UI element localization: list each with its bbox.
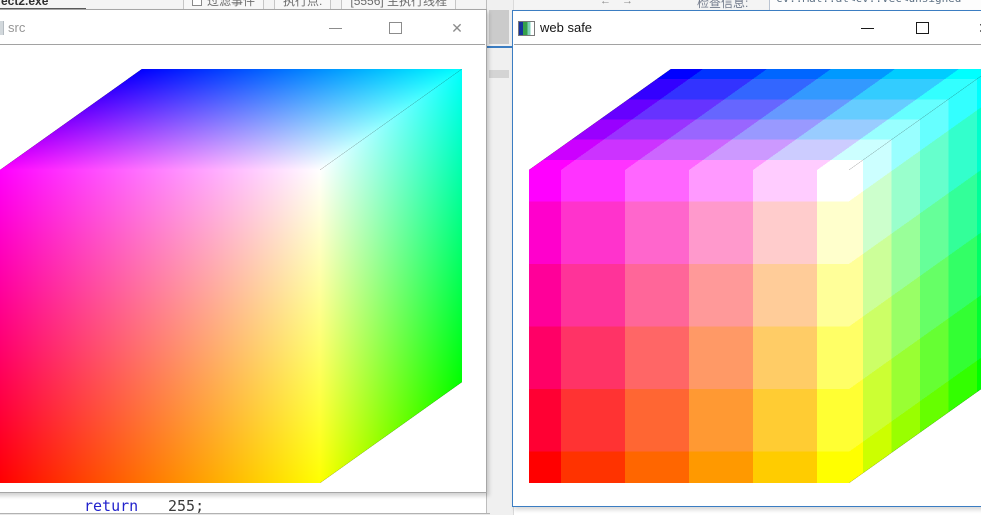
watch-label: 检查信息:	[697, 0, 749, 10]
src-title-separator	[0, 44, 485, 45]
scrollbar-thumb-small[interactable]	[489, 70, 509, 78]
src-minimize-button[interactable]	[325, 18, 345, 38]
watch-value-box[interactable]: cv::Mat::at<cv::Vec<unsigned	[769, 0, 981, 10]
rgb-cube-websafe-face-front	[529, 170, 849, 483]
websafe-maximize-button[interactable]	[912, 18, 932, 38]
websafe-window-title: web safe	[540, 20, 593, 35]
src-close-button[interactable]: ✕	[447, 18, 467, 38]
minimize-icon	[328, 27, 342, 29]
maximize-icon	[915, 22, 929, 34]
src-window-title: src	[8, 20, 26, 35]
screenshot-stage: ect2.exe 过滤事件 执行点: [5556] 主执行线程 ← → 检查信息…	[0, 0, 981, 515]
src-maximize-button[interactable]	[385, 18, 405, 38]
nav-arrows-icon[interactable]: ← →	[600, 0, 637, 7]
opencv-window-icon	[518, 21, 535, 36]
ide-blue-divider	[487, 46, 513, 48]
close-icon: ✕	[451, 20, 463, 36]
src-window-icon	[0, 21, 4, 35]
watch-value: cv::Mat::at<cv::Vec<unsigned	[776, 0, 961, 5]
src-titlebar[interactable]	[0, 10, 486, 45]
websafe-title-separator	[514, 44, 981, 45]
maximize-icon	[388, 22, 402, 34]
ide-app-title: ect2.exe	[1, 0, 49, 8]
rgb-cube-smooth-face-front	[0, 170, 320, 483]
minimize-icon	[860, 27, 874, 29]
checkbox-icon[interactable]	[192, 0, 202, 6]
ide-vertical-scrollbar[interactable]	[486, 0, 514, 515]
scrollbar-thumb[interactable]	[489, 10, 509, 44]
websafe-minimize-button[interactable]	[857, 18, 877, 38]
websafe-close-button[interactable]: ✕	[974, 18, 981, 38]
